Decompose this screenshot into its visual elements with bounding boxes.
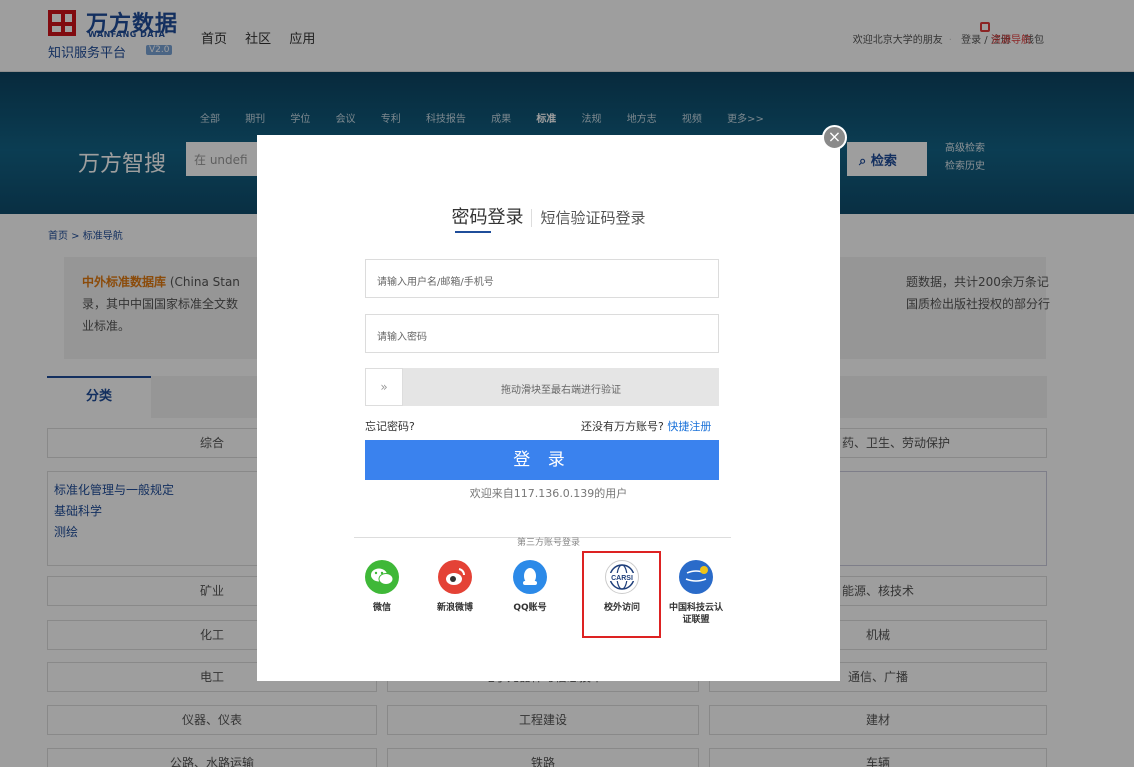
active-tab-indicator bbox=[455, 231, 491, 233]
cstcloud-globe-icon bbox=[679, 560, 713, 594]
sso-label: 中国科技云认证联盟 bbox=[668, 603, 723, 625]
qq-icon bbox=[513, 560, 547, 594]
login-button[interactable]: 登 录 bbox=[365, 440, 719, 480]
third-party-label: 第三方账号登录 bbox=[506, 538, 590, 548]
carsi-highlight-box bbox=[582, 551, 661, 638]
forgot-password-link[interactable]: 忘记密码? bbox=[365, 418, 415, 434]
sso-qq[interactable]: QQ账号 bbox=[500, 560, 560, 614]
page: 万方数据 WANFANG DATA 知识服务平台 V2.0 首页 社区 应用 欢… bbox=[0, 0, 1134, 767]
username-field[interactable]: 请输入用户名/邮箱/手机号 bbox=[365, 259, 719, 298]
slider-hint: 拖动滑块至最右端进行验证 bbox=[501, 385, 621, 396]
slider-captcha[interactable]: 拖动滑块至最右端进行验证 » bbox=[365, 368, 719, 406]
login-modal: 密码登录 短信验证码登录 请输入用户名/邮箱/手机号 请输入密码 拖动滑块至最右端… bbox=[257, 135, 840, 681]
sso-label: QQ账号 bbox=[513, 603, 547, 613]
tab-password-login[interactable]: 密码登录 bbox=[451, 207, 531, 228]
no-account-text: 还没有万方账号? 快捷注册 bbox=[581, 418, 711, 434]
slider-handle[interactable]: » bbox=[365, 368, 403, 406]
sso-label: 微信 bbox=[372, 603, 391, 613]
login-tabs: 密码登录 短信验证码登录 bbox=[257, 203, 840, 229]
welcome-ip-text: 欢迎来自117.136.0.139的用户 bbox=[469, 487, 628, 500]
wechat-icon bbox=[365, 560, 399, 594]
sso-weibo[interactable]: 新浪微博 bbox=[425, 560, 485, 614]
sso-label: 新浪微博 bbox=[436, 603, 473, 613]
sso-wechat[interactable]: 微信 bbox=[352, 560, 412, 614]
no-account-label: 还没有万方账号? bbox=[581, 420, 664, 433]
close-icon[interactable]: × bbox=[822, 125, 847, 150]
password-field[interactable]: 请输入密码 bbox=[365, 314, 719, 353]
sso-cstcloud[interactable]: 中国科技云认证联盟 bbox=[665, 560, 727, 626]
quick-register-link[interactable]: 快捷注册 bbox=[667, 420, 711, 433]
tab-sms-login[interactable]: 短信验证码登录 bbox=[531, 209, 646, 227]
weibo-icon bbox=[438, 560, 472, 594]
